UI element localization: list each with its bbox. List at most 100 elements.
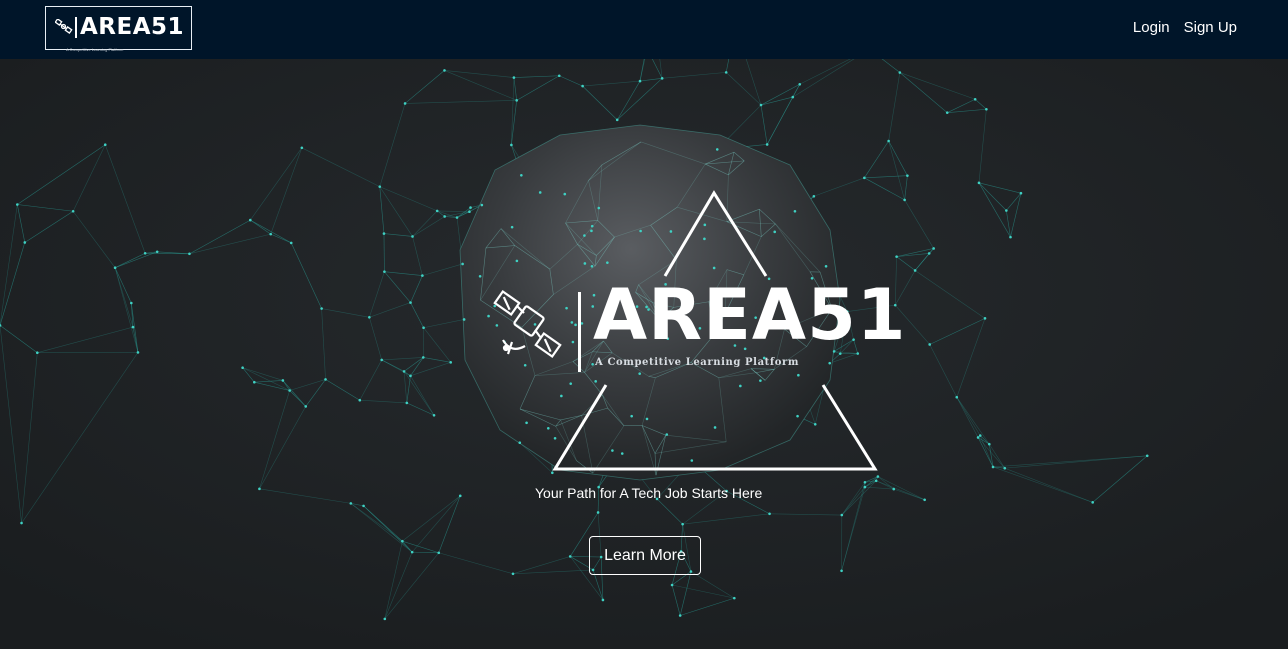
network-node [401, 539, 404, 543]
network-node [978, 434, 982, 437]
network-node [824, 264, 828, 268]
network-node [143, 251, 147, 255]
login-link[interactable]: Login [1133, 19, 1170, 36]
network-node [493, 304, 497, 308]
network-node [468, 210, 471, 214]
network-node [432, 413, 436, 417]
network-node [715, 148, 719, 151]
network-node [828, 361, 832, 365]
network-node [568, 555, 572, 558]
network-node [300, 146, 304, 150]
network-node [1009, 235, 1012, 239]
network-node [678, 614, 682, 617]
network-node [863, 485, 867, 489]
network-node [23, 241, 27, 244]
network-node [1005, 209, 1008, 212]
network-node [241, 366, 244, 370]
network-node [945, 111, 949, 114]
network-node [421, 356, 425, 359]
network-node [863, 176, 866, 180]
network-node [71, 209, 75, 213]
network-node [690, 459, 694, 462]
learn-more-button[interactable]: Learn More [589, 536, 701, 575]
logo-divider [75, 17, 77, 38]
network-node [583, 262, 587, 265]
top-navbar: AREA51 A Competitive Learning Platform L… [0, 0, 1288, 59]
network-node [765, 143, 769, 146]
hero-section: AREA51 A Competitive Learning Platform Y… [0, 59, 1288, 649]
network-node [402, 370, 406, 373]
network-node [665, 433, 669, 436]
network-node [383, 270, 386, 273]
network-node [596, 511, 600, 514]
network-node [405, 401, 409, 405]
network-node [362, 504, 365, 508]
network-node [611, 449, 614, 452]
network-node [511, 572, 515, 576]
network-node [977, 181, 981, 185]
network-node [876, 475, 880, 478]
network-node [461, 262, 464, 266]
network-node [660, 77, 664, 80]
network-node [563, 192, 567, 196]
network-node [288, 389, 291, 392]
network-node [581, 84, 584, 88]
network-node [437, 551, 441, 555]
network-node [973, 97, 977, 101]
network-node [976, 436, 980, 439]
network-node [258, 487, 261, 491]
network-node [955, 395, 959, 399]
network-node [571, 340, 575, 344]
network-node [383, 617, 387, 621]
network-node [525, 421, 528, 425]
network-node [601, 598, 605, 602]
network-node [538, 191, 542, 194]
network-node [991, 465, 995, 469]
network-node [1019, 191, 1023, 195]
network-node [462, 318, 466, 321]
network-node [923, 498, 926, 502]
network-node [523, 363, 527, 367]
network-node [269, 232, 273, 236]
network-node [987, 442, 991, 446]
network-node [512, 76, 516, 79]
network-node [630, 414, 633, 418]
network-node [606, 261, 609, 264]
network-node [35, 351, 39, 355]
network-node [520, 173, 523, 177]
network-node [20, 521, 23, 525]
network-node [813, 423, 817, 426]
network-node [435, 209, 439, 213]
network-node [136, 351, 140, 354]
network-node [403, 102, 407, 105]
network-node [449, 361, 452, 364]
network-node [724, 71, 728, 74]
network-node [895, 255, 898, 258]
network-node [670, 583, 674, 587]
logo-wordmark: AREA51 [80, 14, 185, 40]
signup-link[interactable]: Sign Up [1184, 19, 1237, 36]
network-node [443, 215, 446, 218]
network-node [797, 373, 800, 377]
hero-logo-tagline: A Competitive Learning Platform [595, 357, 800, 368]
network-node [597, 206, 601, 210]
network-node [422, 326, 425, 330]
network-node [565, 306, 568, 310]
network-node [590, 224, 594, 228]
network-node [551, 471, 554, 475]
network-node [368, 315, 371, 319]
network-node [645, 417, 649, 421]
network-node [681, 522, 684, 526]
network-node [458, 494, 462, 498]
network-node [478, 274, 482, 278]
network-node [793, 210, 797, 213]
network-node [615, 118, 619, 122]
brand-logo[interactable]: AREA51 A Competitive Learning Platform [45, 6, 192, 52]
network-node [887, 139, 890, 143]
network-node [113, 266, 117, 270]
network-node [796, 414, 799, 418]
network-node [768, 512, 771, 516]
network-node [927, 252, 931, 255]
network-node [378, 185, 382, 188]
network-node [791, 95, 795, 99]
